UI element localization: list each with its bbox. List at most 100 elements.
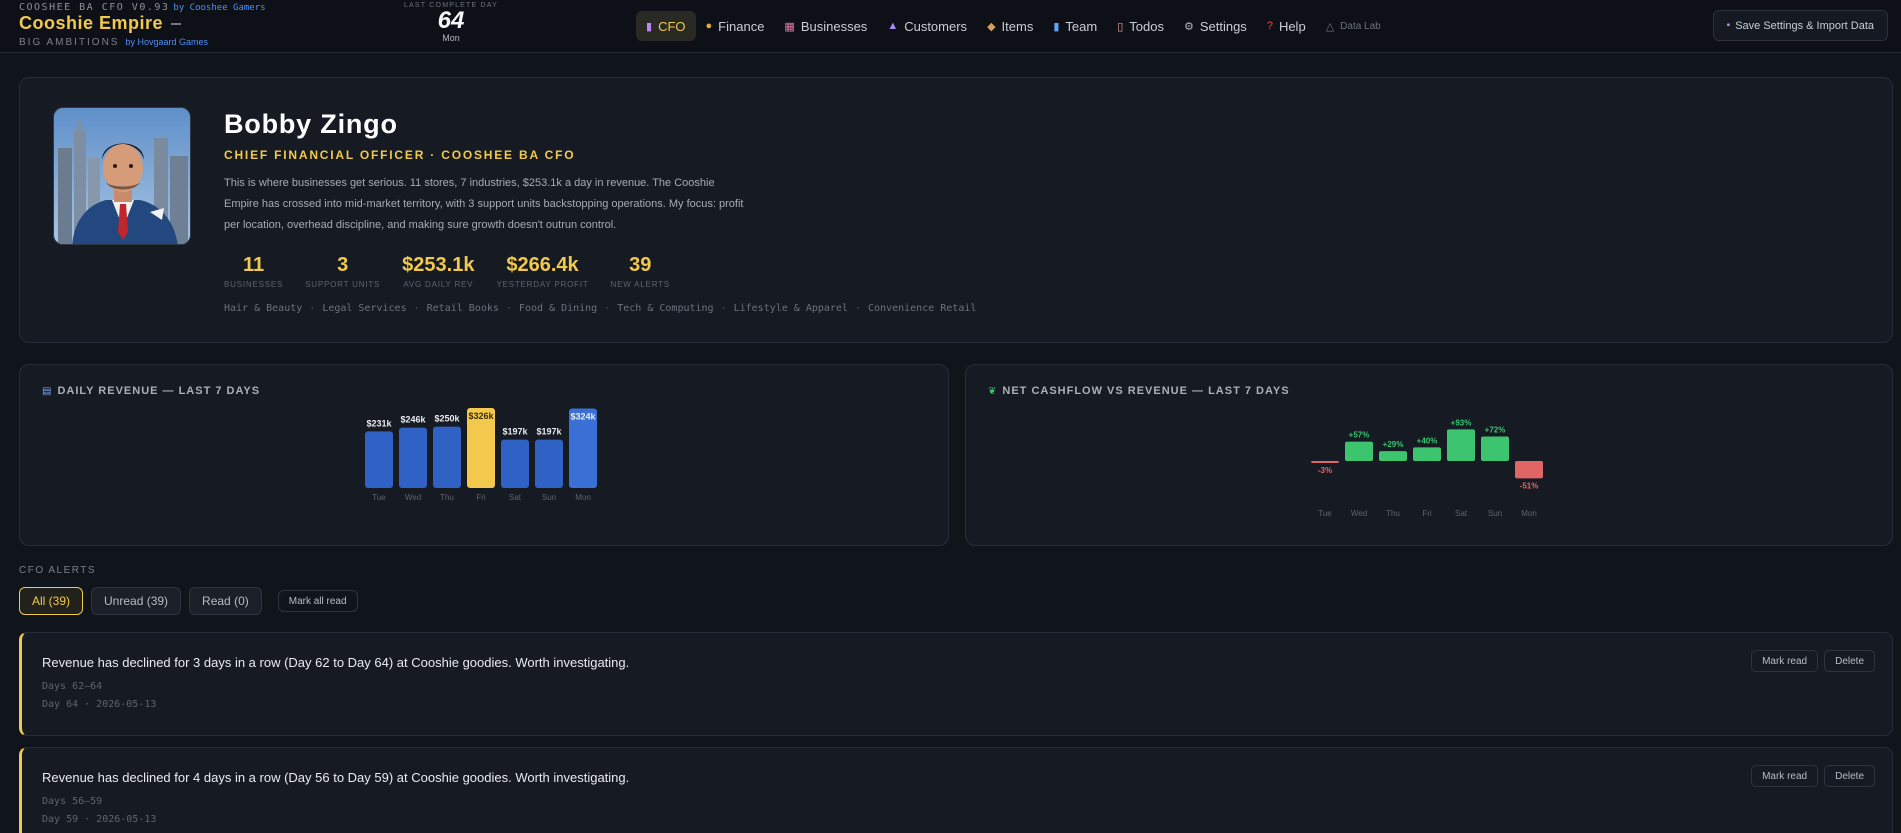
alert-day-range: Days 56–59 bbox=[42, 796, 103, 807]
alert-message: Revenue has declined for 4 days in a row… bbox=[42, 770, 630, 785]
revenue-bar-label: $326k bbox=[468, 411, 494, 421]
cashflow-bar bbox=[1311, 461, 1339, 463]
stat-value: 39 bbox=[629, 254, 652, 276]
nav-item-finance[interactable]: ● Finance bbox=[696, 11, 775, 41]
day-number: 64 bbox=[437, 7, 465, 34]
cashflow-x-tick: Sat bbox=[1455, 509, 1468, 518]
revenue-x-tick: Fri bbox=[476, 493, 486, 502]
filter-all-button[interactable]: All (39) bbox=[19, 587, 84, 615]
nav-item-cfo[interactable]: ▮ CFO bbox=[636, 11, 696, 41]
nav-item-businesses[interactable]: ▦ Businesses bbox=[774, 11, 877, 41]
cashflow-bar bbox=[1481, 436, 1509, 461]
cfo-description: This is where businesses get serious. 11… bbox=[224, 177, 744, 231]
net-cashflow-chart: -3% Tue +57% Wed +29% Thu +40% Fri +93% Sat +72% Su… bbox=[1311, 418, 1543, 518]
industry-tag: Retail Books bbox=[426, 303, 499, 314]
nav-label: Data Lab bbox=[1340, 20, 1381, 32]
nav-label: Settings bbox=[1199, 18, 1247, 34]
cashflow-bar-label: +29% bbox=[1383, 440, 1404, 449]
brand-name: Cooshie Empire bbox=[19, 13, 164, 33]
stat-value: 3 bbox=[337, 254, 349, 276]
nav-label: Help bbox=[1278, 18, 1306, 34]
delete-button[interactable]: Delete bbox=[1824, 650, 1875, 672]
revenue-x-tick: Sat bbox=[509, 493, 522, 502]
app-version-label: COOSHEE BA CFO V0.93 bbox=[19, 2, 170, 13]
mark-all-read-button[interactable]: Mark all read bbox=[277, 590, 358, 612]
nav-item-help[interactable]: ? Help bbox=[1257, 11, 1316, 41]
revenue-x-tick: Tue bbox=[372, 493, 386, 502]
industry-list: Hair & Beauty · Legal Services · Retail Bo… bbox=[224, 303, 977, 314]
day-name: Mon bbox=[442, 33, 460, 43]
cashflow-bar bbox=[1413, 447, 1441, 461]
daily-revenue-card: ▤ DAILY REVENUE — LAST 7 DAYS $231k Tue $24… bbox=[19, 364, 949, 546]
revenue-x-tick: Sun bbox=[542, 493, 556, 502]
revenue-x-tick: Thu bbox=[440, 493, 454, 502]
nav-label: CFO bbox=[658, 18, 686, 34]
revenue-bar-label: $246k bbox=[400, 415, 426, 425]
tagline-text: BIG AMBITIONS bbox=[19, 37, 120, 48]
alert-actions: Mark read Delete bbox=[1751, 765, 1875, 787]
app-title: COOSHEE BA CFO V0.93 by Cooshee Gamers bbox=[19, 2, 266, 13]
revenue-bar-label: $231k bbox=[366, 418, 392, 428]
clipboard-icon: ▯ bbox=[1117, 20, 1124, 33]
main-nav: ▮ CFO ● Finance ▦ Businesses ▲ Customers ◆ It… bbox=[636, 11, 1391, 41]
revenue-bar bbox=[501, 439, 529, 488]
stat-label: SUPPORT UNITS bbox=[305, 280, 381, 289]
stat-support-units: 3 SUPPORT UNITS bbox=[305, 253, 380, 289]
delete-button[interactable]: Delete bbox=[1824, 765, 1875, 787]
stat-yesterday-profit: $266.4k YESTERDAY PROFIT bbox=[496, 253, 588, 289]
revenue-bar-label: $197k bbox=[502, 427, 528, 437]
filter-unread-button[interactable]: Unread (39) bbox=[91, 587, 182, 615]
app-author-link[interactable]: by Cooshee Gamers bbox=[173, 3, 265, 13]
stat-label: AVG DAILY REV bbox=[403, 280, 474, 289]
daily-revenue-chart: $231k Tue $246k Wed $250k Thu $326k Fri $197k Sat… bbox=[365, 408, 597, 502]
industry-tag: Convenience Retail bbox=[868, 303, 977, 314]
cashflow-bar bbox=[1345, 441, 1373, 461]
tagline-author-link[interactable]: by Hovgaard Games bbox=[125, 37, 208, 47]
cashflow-bar bbox=[1515, 461, 1543, 479]
nav-item-todos[interactable]: ▯ Todos bbox=[1107, 11, 1174, 41]
nav-item-customers[interactable]: ▲ Customers bbox=[877, 11, 977, 41]
cfo-profile-card: Bobby Zingo CHIEF FINANCIAL OFFICER · CO… bbox=[19, 77, 1893, 343]
brand-tagline: BIG AMBITIONS by Hovgaard Games bbox=[19, 37, 208, 48]
filter-read-button[interactable]: Read (0) bbox=[189, 587, 262, 615]
alerts-heading: CFO ALERTS bbox=[19, 565, 97, 576]
package-icon: ◆ bbox=[987, 20, 996, 33]
nav-item-items[interactable]: ◆ Items bbox=[977, 11, 1043, 41]
alert-item: Revenue has declined for 4 days in a row… bbox=[19, 747, 1893, 833]
nav-label: Items bbox=[1001, 18, 1034, 34]
cashflow-x-tick: Sun bbox=[1488, 509, 1502, 518]
revenue-bar bbox=[399, 427, 427, 488]
nav-label: Customers bbox=[904, 18, 968, 34]
store-icon: ▦ bbox=[784, 20, 795, 33]
nav-label: Finance bbox=[718, 18, 765, 34]
top-bar: COOSHEE BA CFO V0.93 by Cooshee Gamers Co… bbox=[0, 0, 1901, 53]
nav-label: Team bbox=[1065, 18, 1098, 34]
avatar-portrait-image bbox=[54, 108, 190, 244]
save-label: Save Settings & Import Data bbox=[1735, 19, 1874, 32]
cashflow-x-tick: Thu bbox=[1386, 509, 1400, 518]
alert-message: Revenue has declined for 3 days in a row… bbox=[42, 655, 630, 670]
nav-item-settings[interactable]: ⚙ Settings bbox=[1174, 11, 1257, 41]
revenue-bar bbox=[535, 439, 563, 488]
mark-read-button[interactable]: Mark read bbox=[1751, 650, 1819, 672]
profile-stats: 11 BUSINESSES 3 SUPPORT UNITS $253.1k AV… bbox=[224, 253, 692, 289]
alert-filters: All (39) Unread (39) Read (0) Mark all r… bbox=[19, 587, 358, 615]
cashflow-bar-label: +72% bbox=[1485, 426, 1506, 435]
cfo-name: Bobby Zingo bbox=[224, 109, 398, 139]
nav-item-data-lab[interactable]: △ Data Lab bbox=[1316, 11, 1391, 41]
revenue-bar bbox=[433, 426, 461, 488]
stat-new-alerts: 39 NEW ALERTS bbox=[611, 253, 670, 289]
cashflow-bar-label: -3% bbox=[1318, 466, 1332, 475]
industry-tag: Tech & Computing bbox=[617, 303, 714, 314]
alert-day-range: Days 62–64 bbox=[42, 681, 103, 692]
alert-timestamp: Day 59 · 2026-05-13 bbox=[42, 814, 157, 825]
last-day-box: LAST COMPLETE DAY 64 Mon bbox=[395, 2, 507, 43]
people-icon: ▲ bbox=[887, 20, 899, 32]
mark-read-button[interactable]: Mark read bbox=[1751, 765, 1819, 787]
alert-item: Revenue has declined for 3 days in a row… bbox=[19, 632, 1893, 736]
nav-item-team[interactable]: ▮ Team bbox=[1043, 11, 1107, 41]
cashflow-x-tick: Fri bbox=[1422, 509, 1432, 518]
stat-value: $266.4k bbox=[506, 254, 579, 276]
save-settings-button[interactable]: ▪ Save Settings & Import Data bbox=[1712, 10, 1888, 41]
cashflow-bar-label: -51% bbox=[1520, 481, 1539, 490]
